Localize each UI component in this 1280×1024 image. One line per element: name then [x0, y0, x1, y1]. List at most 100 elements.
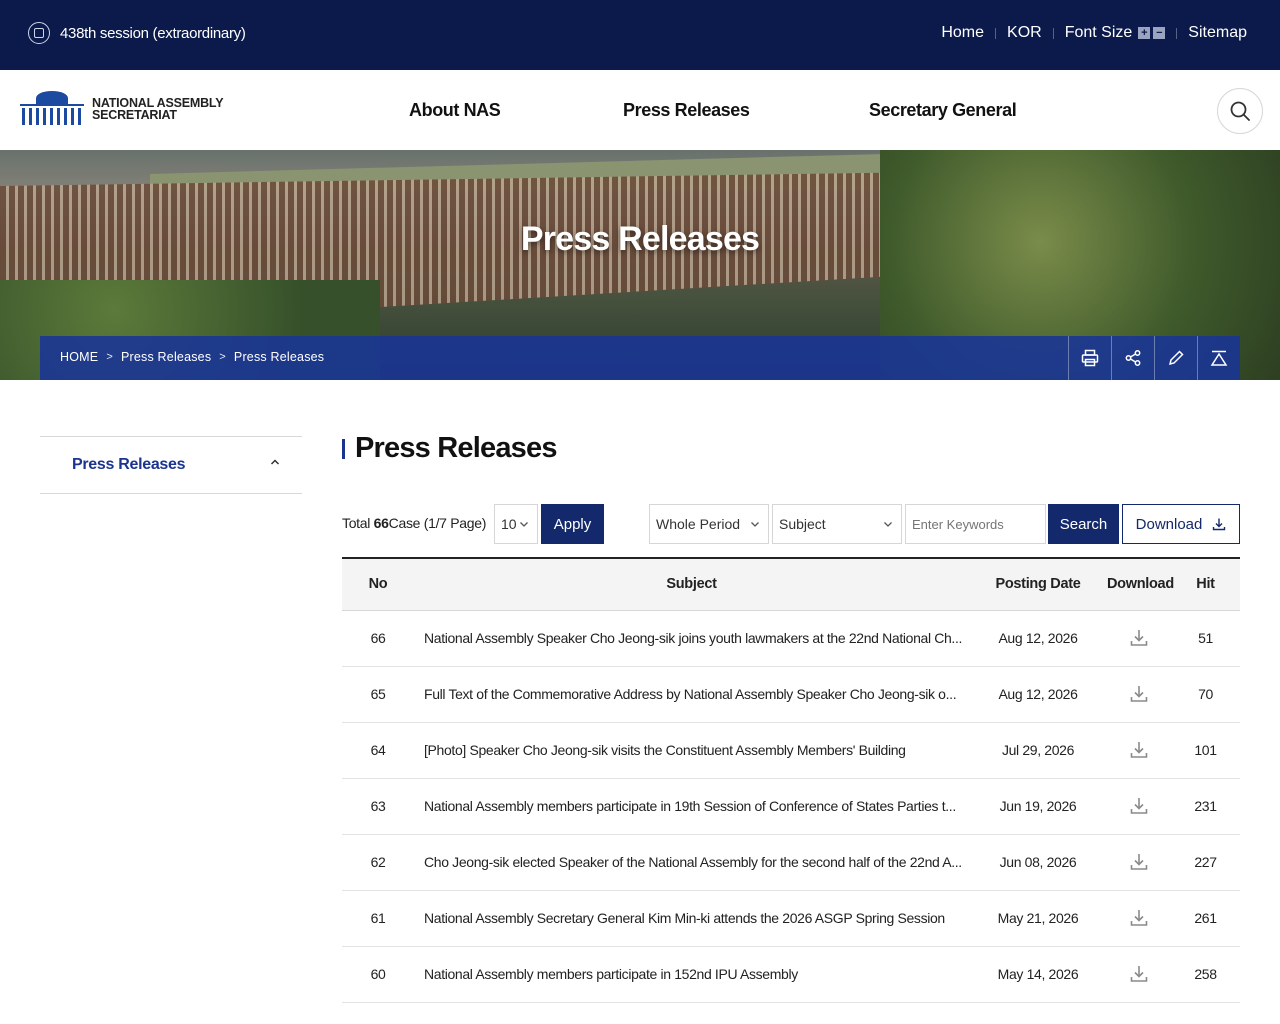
row-hit: 261	[1171, 890, 1240, 947]
row-number: 65	[342, 666, 414, 723]
download-icon[interactable]	[1129, 796, 1149, 816]
row-download-cell	[1107, 946, 1171, 1003]
download-list-button[interactable]: Download	[1122, 504, 1240, 544]
scroll-top-button[interactable]	[1197, 336, 1240, 380]
table-row[interactable]: 61 National Assembly Secretary General K…	[342, 890, 1240, 947]
edit-button[interactable]	[1154, 336, 1197, 380]
row-number: 63	[342, 778, 414, 835]
font-size-label: Font Size	[1064, 24, 1133, 41]
divider	[995, 27, 997, 39]
chevron-down-icon	[751, 522, 759, 527]
row-hit: 227	[1171, 834, 1240, 891]
row-number: 62	[342, 834, 414, 891]
table-row[interactable]: 60 National Assembly members participate…	[342, 946, 1240, 1003]
row-subject-link[interactable]: National Assembly Secretary General Kim …	[414, 890, 969, 947]
row-hit: 258	[1171, 946, 1240, 1003]
nav-secretary-general[interactable]: Secretary General	[869, 100, 1017, 121]
logo-text: NATIONAL ASSEMBLY SECRETARIAT	[92, 97, 224, 122]
sidebar-item-press-releases[interactable]: Press Releases	[72, 456, 186, 474]
assembly-building-logo-icon	[20, 91, 84, 127]
row-subject-link[interactable]: National Assembly members participate in…	[414, 778, 969, 835]
chevron-down-icon	[520, 522, 528, 527]
font-decrease-button[interactable]: −	[1153, 27, 1166, 39]
row-download-cell	[1107, 834, 1171, 891]
apply-button[interactable]: Apply	[541, 504, 604, 544]
print-icon	[1081, 349, 1099, 367]
row-date: Aug 12, 2026	[969, 610, 1107, 667]
site-header: NATIONAL ASSEMBLY SECRETARIAT About NAS …	[0, 70, 1280, 150]
search-submit-button[interactable]: Search	[1048, 504, 1119, 544]
row-date: Jun 19, 2026	[969, 778, 1107, 835]
breadcrumb-item[interactable]: Press Releases	[121, 350, 211, 364]
top-utility-bar: 438th session (extraordinary) Home KOR F…	[0, 0, 1280, 70]
share-button[interactable]	[1111, 336, 1154, 380]
table-row[interactable]: 63 National Assembly members participate…	[342, 778, 1240, 835]
total-prefix: Total	[342, 515, 371, 531]
chevron-right-icon: >	[106, 351, 113, 363]
chevron-right-icon: >	[219, 351, 226, 363]
chevron-down-icon	[884, 522, 892, 527]
row-date: Aug 12, 2026	[969, 666, 1107, 723]
page-tools	[1068, 336, 1240, 380]
row-download-cell	[1107, 722, 1171, 779]
row-subject-link[interactable]: Full Text of the Commemorative Address b…	[414, 666, 969, 723]
nav-press-releases[interactable]: Press Releases	[623, 100, 750, 121]
search-button[interactable]	[1217, 88, 1263, 134]
download-icon[interactable]	[1129, 908, 1149, 928]
row-hit: 70	[1171, 666, 1240, 723]
row-subject-link[interactable]: National Assembly members participate in…	[414, 946, 969, 1003]
breadcrumb-current[interactable]: Press Releases	[234, 350, 324, 364]
print-button[interactable]	[1068, 336, 1111, 380]
column-header-no: No	[342, 558, 414, 611]
nav-about-nas[interactable]: About NAS	[409, 100, 501, 121]
search-icon	[1230, 101, 1250, 121]
table-row[interactable]: 66 National Assembly Speaker Cho Jeong-s…	[342, 610, 1240, 667]
chevron-up-icon[interactable]	[270, 457, 280, 467]
row-date: May 14, 2026	[969, 946, 1107, 1003]
table-row[interactable]: 64 [Photo] Speaker Cho Jeong-sik visits …	[342, 722, 1240, 779]
column-header-download: Download	[1107, 558, 1174, 611]
hero-title: Press Releases	[520, 220, 760, 258]
row-subject-link[interactable]: [Photo] Speaker Cho Jeong-sik visits the…	[414, 722, 969, 779]
table-row[interactable]: 62 Cho Jeong-sik elected Speaker of the …	[342, 834, 1240, 891]
breadcrumb-home[interactable]: HOME	[60, 350, 98, 364]
home-link[interactable]: Home	[941, 24, 984, 42]
column-header-hit: Hit	[1171, 558, 1240, 611]
row-date: May 21, 2026	[969, 890, 1107, 947]
download-icon[interactable]	[1129, 628, 1149, 648]
download-icon[interactable]	[1129, 852, 1149, 872]
row-download-cell	[1107, 610, 1171, 667]
row-number: 64	[342, 722, 414, 779]
pencil-icon	[1168, 350, 1184, 366]
download-icon[interactable]	[1129, 740, 1149, 760]
page-title: Press Releases	[342, 432, 557, 465]
kor-link[interactable]: KOR	[1007, 24, 1042, 42]
download-icon	[1213, 518, 1226, 531]
row-subject-link[interactable]: Cho Jeong-sik elected Speaker of the Nat…	[414, 834, 969, 891]
table-header-row: No Subject Posting Date Download Hit	[342, 558, 1240, 611]
row-download-cell	[1107, 666, 1171, 723]
site-logo[interactable]: NATIONAL ASSEMBLY SECRETARIAT	[20, 91, 224, 127]
sidebar-menu: Press Releases	[40, 436, 302, 494]
download-icon[interactable]	[1129, 684, 1149, 704]
page-size-value: 10	[501, 516, 517, 532]
utility-nav: Home KOR Font Size + − Sitemap	[941, 24, 1247, 42]
breadcrumb-bar: HOME > Press Releases > Press Releases	[40, 336, 1240, 380]
period-select[interactable]: Whole Period	[649, 504, 769, 544]
top-arrow-icon	[1210, 350, 1228, 366]
download-icon[interactable]	[1129, 964, 1149, 984]
row-number: 66	[342, 610, 414, 667]
search-field-value: Subject	[779, 516, 826, 532]
sitemap-link[interactable]: Sitemap	[1188, 24, 1247, 42]
total-suffix: Case (1/7 Page)	[388, 515, 487, 531]
search-field-select[interactable]: Subject	[772, 504, 902, 544]
table-row[interactable]: 65 Full Text of the Commemorative Addres…	[342, 666, 1240, 723]
column-header-subject: Subject	[414, 558, 969, 611]
font-increase-button[interactable]: +	[1138, 27, 1151, 39]
row-subject-link[interactable]: National Assembly Speaker Cho Jeong-sik …	[414, 610, 969, 667]
total-count: Total 66Case (1/7 Page)	[342, 515, 486, 531]
page-size-select[interactable]: 10	[494, 504, 538, 544]
breadcrumb: HOME > Press Releases > Press Releases	[60, 350, 324, 364]
row-download-cell	[1107, 778, 1171, 835]
keyword-input[interactable]	[905, 504, 1046, 544]
